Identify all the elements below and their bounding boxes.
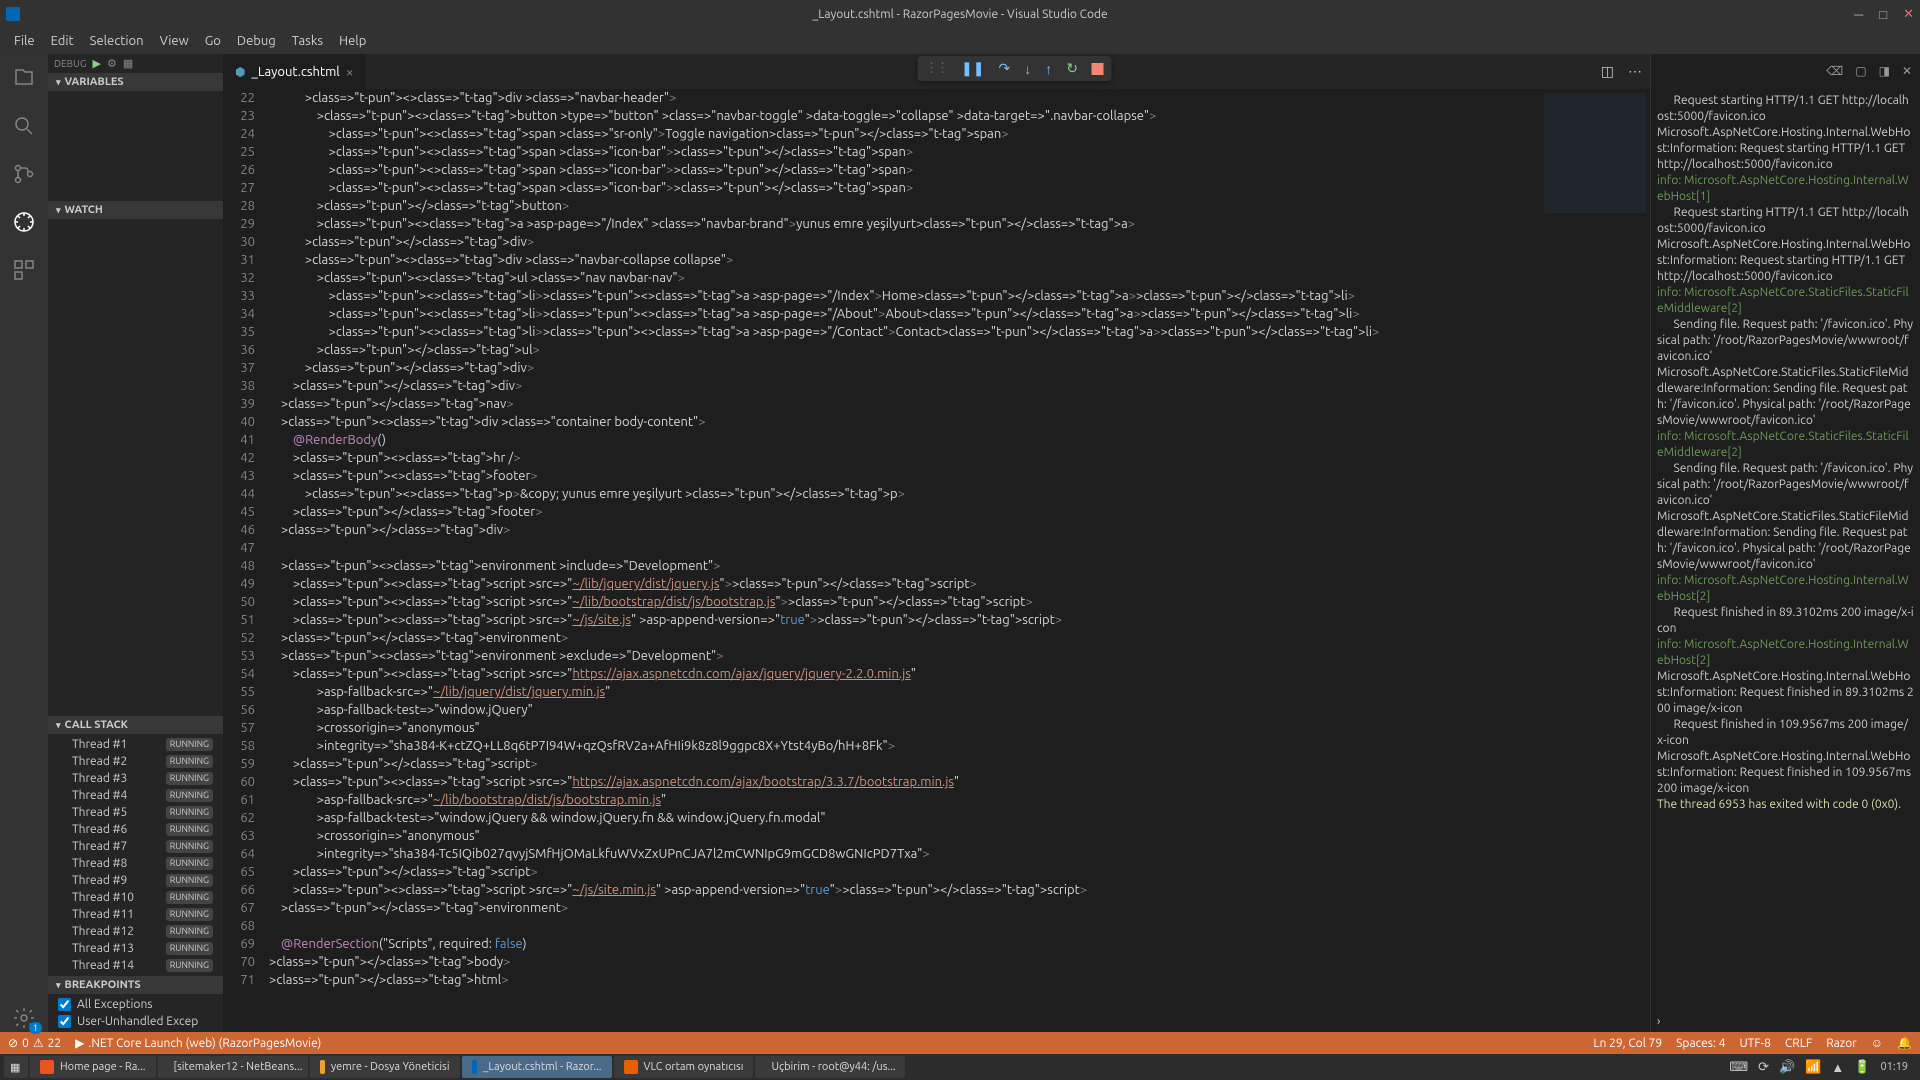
tray-clock[interactable]: 01:19: [1880, 1061, 1908, 1073]
status-language[interactable]: Razor: [1826, 1036, 1857, 1050]
taskbar-app[interactable]: Uçbirim - root@y44: /us...: [755, 1056, 905, 1078]
menu-help[interactable]: Help: [331, 30, 374, 52]
thread-item[interactable]: Thread #6RUNNING: [48, 821, 223, 838]
debug-config-gear-icon[interactable]: ⚙: [107, 57, 117, 70]
search-icon[interactable]: [10, 112, 38, 140]
thread-item[interactable]: Thread #9RUNNING: [48, 872, 223, 889]
status-feedback[interactable]: ☺: [1871, 1036, 1883, 1050]
window-title: _Layout.cshtml - RazorPagesMovie - Visua…: [812, 8, 1107, 21]
minimize-button[interactable]: ─: [1854, 7, 1863, 22]
status-bell-icon[interactable]: 🔔: [1897, 1036, 1912, 1050]
pause-icon[interactable]: ❚❚: [961, 60, 984, 77]
tab-layout-cshtml[interactable]: ⬢ _Layout.cshtml ×: [223, 54, 367, 89]
explorer-icon[interactable]: [10, 64, 38, 92]
tray-battery-icon[interactable]: 🔋: [1854, 1060, 1870, 1075]
settings-gear-icon[interactable]: [10, 1004, 38, 1032]
debug-console-output[interactable]: Request starting HTTP/1.1 GET http://loc…: [1651, 89, 1920, 1012]
thread-item[interactable]: Thread #11RUNNING: [48, 906, 223, 923]
taskbar-app[interactable]: yemre - Dosya Yöneticisi: [310, 1056, 460, 1078]
code-editor[interactable]: 2223242526272829303132333435363738394041…: [223, 89, 1650, 1032]
stop-icon[interactable]: [1092, 63, 1104, 75]
taskbar-app[interactable]: _Layout.cshtml - Razor...: [462, 1056, 612, 1078]
move-panel-icon[interactable]: ◨: [1879, 64, 1890, 80]
debug-sidebar: DEBUG ▶ ⚙ ▦ ▾VARIABLES ▾WATCH ▾CALL STAC…: [48, 54, 223, 1032]
thread-item[interactable]: Thread #10RUNNING: [48, 889, 223, 906]
scm-icon[interactable]: [10, 160, 38, 188]
breakpoint-all-exceptions[interactable]: All Exceptions: [48, 996, 223, 1013]
menu-debug[interactable]: Debug: [229, 30, 284, 52]
thread-item[interactable]: Thread #3RUNNING: [48, 770, 223, 787]
menu-selection[interactable]: Selection: [82, 30, 152, 52]
start-debug-icon[interactable]: ▶: [92, 57, 100, 70]
tray-keyboard-icon[interactable]: ⌨: [1729, 1060, 1748, 1075]
maximize-button[interactable]: □: [1879, 7, 1887, 22]
thread-item[interactable]: Thread #13RUNNING: [48, 940, 223, 957]
tray-network-icon[interactable]: 📶: [1805, 1060, 1821, 1075]
status-bar: ⊘ 0 ⚠ 22 ▶ .NET Core Launch (web) (Razor…: [0, 1032, 1920, 1054]
taskbar-app[interactable]: VLC ortam oynatıcısı: [614, 1056, 754, 1078]
minimap[interactable]: [1540, 89, 1650, 1032]
breakpoints-section-header[interactable]: ▾BREAKPOINTS: [48, 976, 223, 994]
titlebar: _Layout.cshtml - RazorPagesMovie - Visua…: [0, 0, 1920, 28]
menu-view[interactable]: View: [152, 30, 197, 52]
menu-edit[interactable]: Edit: [43, 30, 82, 52]
debug-label: DEBUG: [54, 58, 86, 69]
taskbar-show-desktop[interactable]: ▦: [4, 1056, 28, 1078]
extensions-icon[interactable]: [10, 256, 38, 284]
step-out-icon[interactable]: ↑: [1045, 61, 1052, 77]
thread-item[interactable]: Thread #1RUNNING: [48, 736, 223, 753]
menu-tasks[interactable]: Tasks: [284, 30, 331, 52]
close-panel-icon[interactable]: ✕: [1902, 64, 1912, 80]
debug-icon[interactable]: [10, 208, 38, 236]
thread-item[interactable]: Thread #7RUNNING: [48, 838, 223, 855]
drag-handle-icon[interactable]: ⋮⋮: [925, 61, 947, 76]
file-icon: ⬢: [235, 65, 245, 79]
menubar: FileEditSelectionViewGoDebugTasksHelp: [0, 28, 1920, 54]
variables-section-header[interactable]: ▾VARIABLES: [48, 73, 223, 91]
step-into-icon[interactable]: ↓: [1024, 61, 1031, 77]
status-errors[interactable]: ⊘ 0 ⚠ 22: [8, 1036, 61, 1050]
status-cursor[interactable]: Ln 29, Col 79: [1593, 1036, 1662, 1050]
menu-file[interactable]: File: [6, 30, 43, 52]
activity-bar: [0, 54, 48, 1032]
callstack-section-header[interactable]: ▾CALL STACK: [48, 716, 223, 734]
breakpoint-user-unhandled[interactable]: User-Unhandled Excep: [48, 1013, 223, 1030]
thread-item[interactable]: Thread #14RUNNING: [48, 957, 223, 974]
split-editor-icon[interactable]: ◫: [1601, 63, 1614, 80]
thread-item[interactable]: Thread #5RUNNING: [48, 804, 223, 821]
taskbar-app[interactable]: [sitemaker12 - NetBeans...: [158, 1056, 308, 1078]
taskbar-app[interactable]: Home page - Ra...: [30, 1056, 156, 1078]
status-encoding[interactable]: UTF-8: [1739, 1036, 1770, 1050]
maximize-panel-icon[interactable]: ▢: [1855, 64, 1866, 80]
tray-volume-icon[interactable]: 🔊: [1779, 1060, 1795, 1075]
status-launch-config[interactable]: ▶ .NET Core Launch (web) (RazorPagesMovi…: [75, 1036, 321, 1050]
tray-vlc-icon[interactable]: ▲: [1831, 1060, 1844, 1075]
debug-console-input[interactable]: ›: [1651, 1012, 1920, 1032]
debug-console-icon[interactable]: ▦: [123, 57, 133, 70]
editor-area: ⬢ _Layout.cshtml × ⋮⋮ ❚❚ ↷ ↓ ↑ ↻ ◫ ⋯ 222…: [223, 54, 1650, 1032]
line-gutter: 2223242526272829303132333435363738394041…: [223, 89, 269, 1032]
editor-tabs: ⬢ _Layout.cshtml × ⋮⋮ ❚❚ ↷ ↓ ↑ ↻ ◫ ⋯: [223, 54, 1650, 89]
debug-console-panel: ⌫ ▢ ◨ ✕ Request starting HTTP/1.1 GET ht…: [1650, 54, 1920, 1032]
status-spaces[interactable]: Spaces: 4: [1676, 1036, 1725, 1050]
vscode-logo-icon: [6, 7, 20, 21]
close-button[interactable]: ✕: [1903, 7, 1914, 22]
watch-section-header[interactable]: ▾WATCH: [48, 201, 223, 219]
close-tab-icon[interactable]: ×: [346, 64, 354, 80]
step-over-icon[interactable]: ↷: [998, 60, 1010, 77]
clear-console-icon[interactable]: ⌫: [1826, 64, 1843, 80]
debug-toolbar[interactable]: ⋮⋮ ❚❚ ↷ ↓ ↑ ↻: [917, 56, 1112, 81]
tray-updates-icon[interactable]: ⟳: [1758, 1060, 1769, 1075]
restart-icon[interactable]: ↻: [1066, 60, 1078, 77]
thread-item[interactable]: Thread #2RUNNING: [48, 753, 223, 770]
thread-item[interactable]: Thread #8RUNNING: [48, 855, 223, 872]
menu-go[interactable]: Go: [197, 30, 229, 52]
more-actions-icon[interactable]: ⋯: [1628, 63, 1642, 80]
os-taskbar: ▦ Home page - Ra...[sitemaker12 - NetBea…: [0, 1054, 1920, 1080]
thread-item[interactable]: Thread #12RUNNING: [48, 923, 223, 940]
status-eol[interactable]: CRLF: [1785, 1036, 1812, 1050]
thread-item[interactable]: Thread #4RUNNING: [48, 787, 223, 804]
